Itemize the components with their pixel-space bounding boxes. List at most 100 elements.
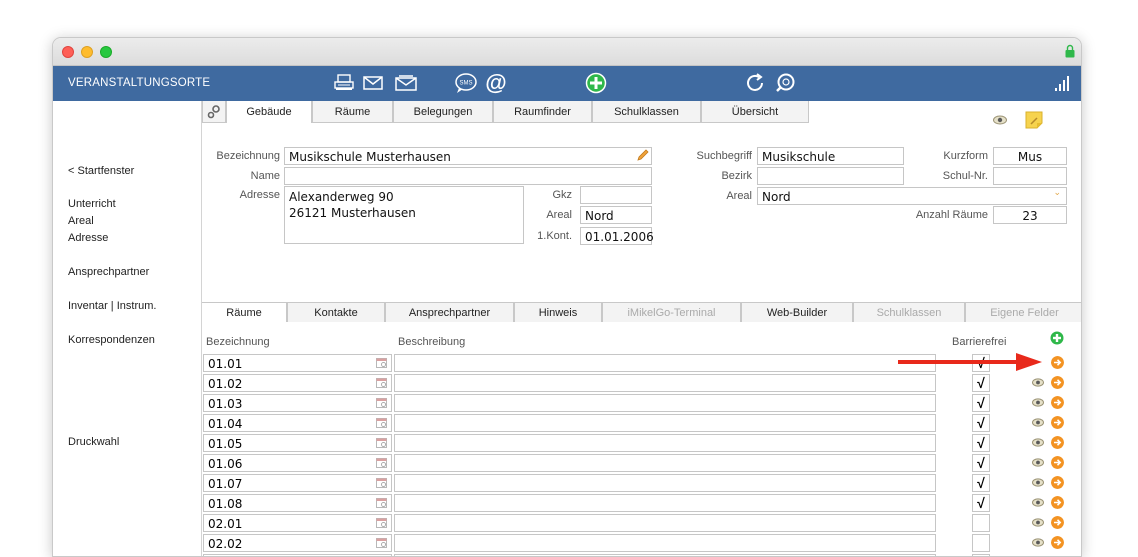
- mail-open-icon[interactable]: [394, 72, 418, 94]
- room-description-field[interactable]: [394, 514, 936, 532]
- barrierefrei-checkbox[interactable]: [972, 514, 990, 532]
- anzahl-raeume-field[interactable]: 23: [993, 206, 1067, 224]
- sms-icon[interactable]: SMS: [454, 72, 478, 94]
- calendar-icon[interactable]: [376, 437, 387, 448]
- tab-gebaeude[interactable]: Gebäude: [226, 101, 312, 123]
- open-arrow-icon[interactable]: [1051, 396, 1064, 409]
- subtab-raeume[interactable]: Räume: [202, 302, 287, 322]
- room-description-field[interactable]: [394, 434, 936, 452]
- calendar-icon[interactable]: [376, 377, 387, 388]
- eye-icon[interactable]: [993, 115, 1007, 125]
- schulnr-field[interactable]: [993, 167, 1067, 185]
- table-row[interactable]: 01.07 √: [202, 474, 1081, 492]
- eye-icon[interactable]: [1032, 378, 1044, 387]
- room-description-field[interactable]: [394, 394, 936, 412]
- pencil-icon[interactable]: [636, 149, 649, 162]
- close-window-button[interactable]: [62, 46, 74, 58]
- open-arrow-icon[interactable]: [1051, 536, 1064, 549]
- barrierefrei-checkbox[interactable]: √: [972, 414, 990, 432]
- calendar-icon[interactable]: [376, 417, 387, 428]
- add-row-icon[interactable]: [1050, 331, 1064, 345]
- eye-icon[interactable]: [1032, 498, 1044, 507]
- tab-uebersicht[interactable]: Übersicht: [701, 101, 809, 123]
- minimize-window-button[interactable]: [81, 46, 93, 58]
- zoom-window-button[interactable]: [100, 46, 112, 58]
- kurzform-field[interactable]: Mus: [993, 147, 1067, 165]
- sidebar-item-adresse[interactable]: Adresse: [68, 232, 108, 244]
- room-code-field[interactable]: 01.07: [203, 474, 392, 492]
- eye-icon[interactable]: [1032, 418, 1044, 427]
- room-code-field[interactable]: 01.02: [203, 374, 392, 392]
- eye-icon[interactable]: [1032, 458, 1044, 467]
- eye-icon[interactable]: [1032, 478, 1044, 487]
- calendar-icon[interactable]: [376, 537, 387, 548]
- eye-icon[interactable]: [1032, 398, 1044, 407]
- kont-field[interactable]: 01.01.2006: [580, 227, 654, 245]
- table-row[interactable]: 01.04 √: [202, 414, 1081, 432]
- open-arrow-icon[interactable]: [1051, 456, 1064, 469]
- room-code-field[interactable]: 02.02: [203, 534, 392, 552]
- barrierefrei-checkbox[interactable]: √: [972, 394, 990, 412]
- bezeichnung-field[interactable]: Musikschule Musterhausen: [284, 147, 652, 165]
- table-row[interactable]: 01.08 √: [202, 494, 1081, 512]
- room-description-field[interactable]: [394, 534, 936, 552]
- barrierefrei-checkbox[interactable]: √: [972, 474, 990, 492]
- open-arrow-icon[interactable]: [1051, 416, 1064, 429]
- barrierefrei-checkbox[interactable]: √: [972, 374, 990, 392]
- signal-icon[interactable]: [1051, 72, 1075, 94]
- room-code-field[interactable]: 01.03: [203, 394, 392, 412]
- barrierefrei-checkbox[interactable]: √: [972, 454, 990, 472]
- calendar-icon[interactable]: [376, 357, 387, 368]
- table-row[interactable]: 01.03 √: [202, 394, 1081, 412]
- tab-schulklassen[interactable]: Schulklassen: [592, 101, 701, 123]
- calendar-icon[interactable]: [376, 517, 387, 528]
- open-arrow-icon[interactable]: [1051, 476, 1064, 489]
- tab-belegungen[interactable]: Belegungen: [393, 101, 493, 123]
- eye-icon[interactable]: [1032, 518, 1044, 527]
- room-code-field[interactable]: 01.04: [203, 414, 392, 432]
- sidebar-item-druckwahl[interactable]: Druckwahl: [68, 436, 119, 448]
- eye-icon[interactable]: [1032, 538, 1044, 547]
- sidebar-item-startfenster[interactable]: < Startfenster: [68, 165, 134, 177]
- calendar-icon[interactable]: [376, 457, 387, 468]
- subtab-web-builder[interactable]: Web-Builder: [741, 302, 853, 322]
- barrierefrei-checkbox[interactable]: √: [972, 434, 990, 452]
- open-arrow-icon[interactable]: [1051, 436, 1064, 449]
- add-icon[interactable]: [584, 72, 608, 94]
- bezirk-field[interactable]: [757, 167, 904, 185]
- room-description-field[interactable]: [394, 494, 936, 512]
- calendar-icon[interactable]: [376, 397, 387, 408]
- printer-icon[interactable]: [332, 72, 356, 94]
- room-description-field[interactable]: [394, 474, 936, 492]
- room-description-field[interactable]: [394, 374, 936, 392]
- sidebar-item-unterricht[interactable]: Unterricht: [68, 198, 116, 210]
- room-description-field[interactable]: [394, 414, 936, 432]
- table-row[interactable]: 01.02 √: [202, 374, 1081, 392]
- adresse-field[interactable]: Alexanderweg 90 26121 Musterhausen: [284, 186, 524, 244]
- subtab-kontakte[interactable]: Kontakte: [287, 302, 385, 322]
- tab-raeume[interactable]: Räume: [312, 101, 393, 123]
- barrierefrei-checkbox[interactable]: [972, 534, 990, 552]
- search-icon[interactable]: [773, 72, 797, 94]
- calendar-icon[interactable]: [376, 477, 387, 488]
- room-code-field[interactable]: 01.08: [203, 494, 392, 512]
- sidebar-item-korrespondenzen[interactable]: Korrespondenzen: [68, 334, 155, 346]
- open-arrow-icon[interactable]: [1051, 496, 1064, 509]
- subtab-ansprechpartner[interactable]: Ansprechpartner: [385, 302, 514, 322]
- table-row[interactable]: 02.01: [202, 514, 1081, 532]
- room-code-field[interactable]: 01.05: [203, 434, 392, 452]
- suchbegriff-field[interactable]: Musikschule: [757, 147, 904, 165]
- open-arrow-icon[interactable]: [1051, 516, 1064, 529]
- sidebar-item-ansprechpartner[interactable]: Ansprechpartner: [68, 266, 149, 278]
- areal-select[interactable]: Nord ⌄: [757, 187, 1067, 205]
- gkz-field[interactable]: [580, 186, 652, 204]
- room-code-field[interactable]: 02.01: [203, 514, 392, 532]
- sidebar-item-inventar[interactable]: Inventar | Instrum.: [68, 300, 156, 312]
- mail-icon[interactable]: [361, 72, 385, 94]
- eye-icon[interactable]: [1032, 438, 1044, 447]
- room-description-field[interactable]: [394, 454, 936, 472]
- refresh-icon[interactable]: [743, 72, 767, 94]
- room-description-field[interactable]: [394, 354, 936, 372]
- sidebar-item-areal[interactable]: Areal: [68, 215, 94, 227]
- table-row[interactable]: 01.05 √: [202, 434, 1081, 452]
